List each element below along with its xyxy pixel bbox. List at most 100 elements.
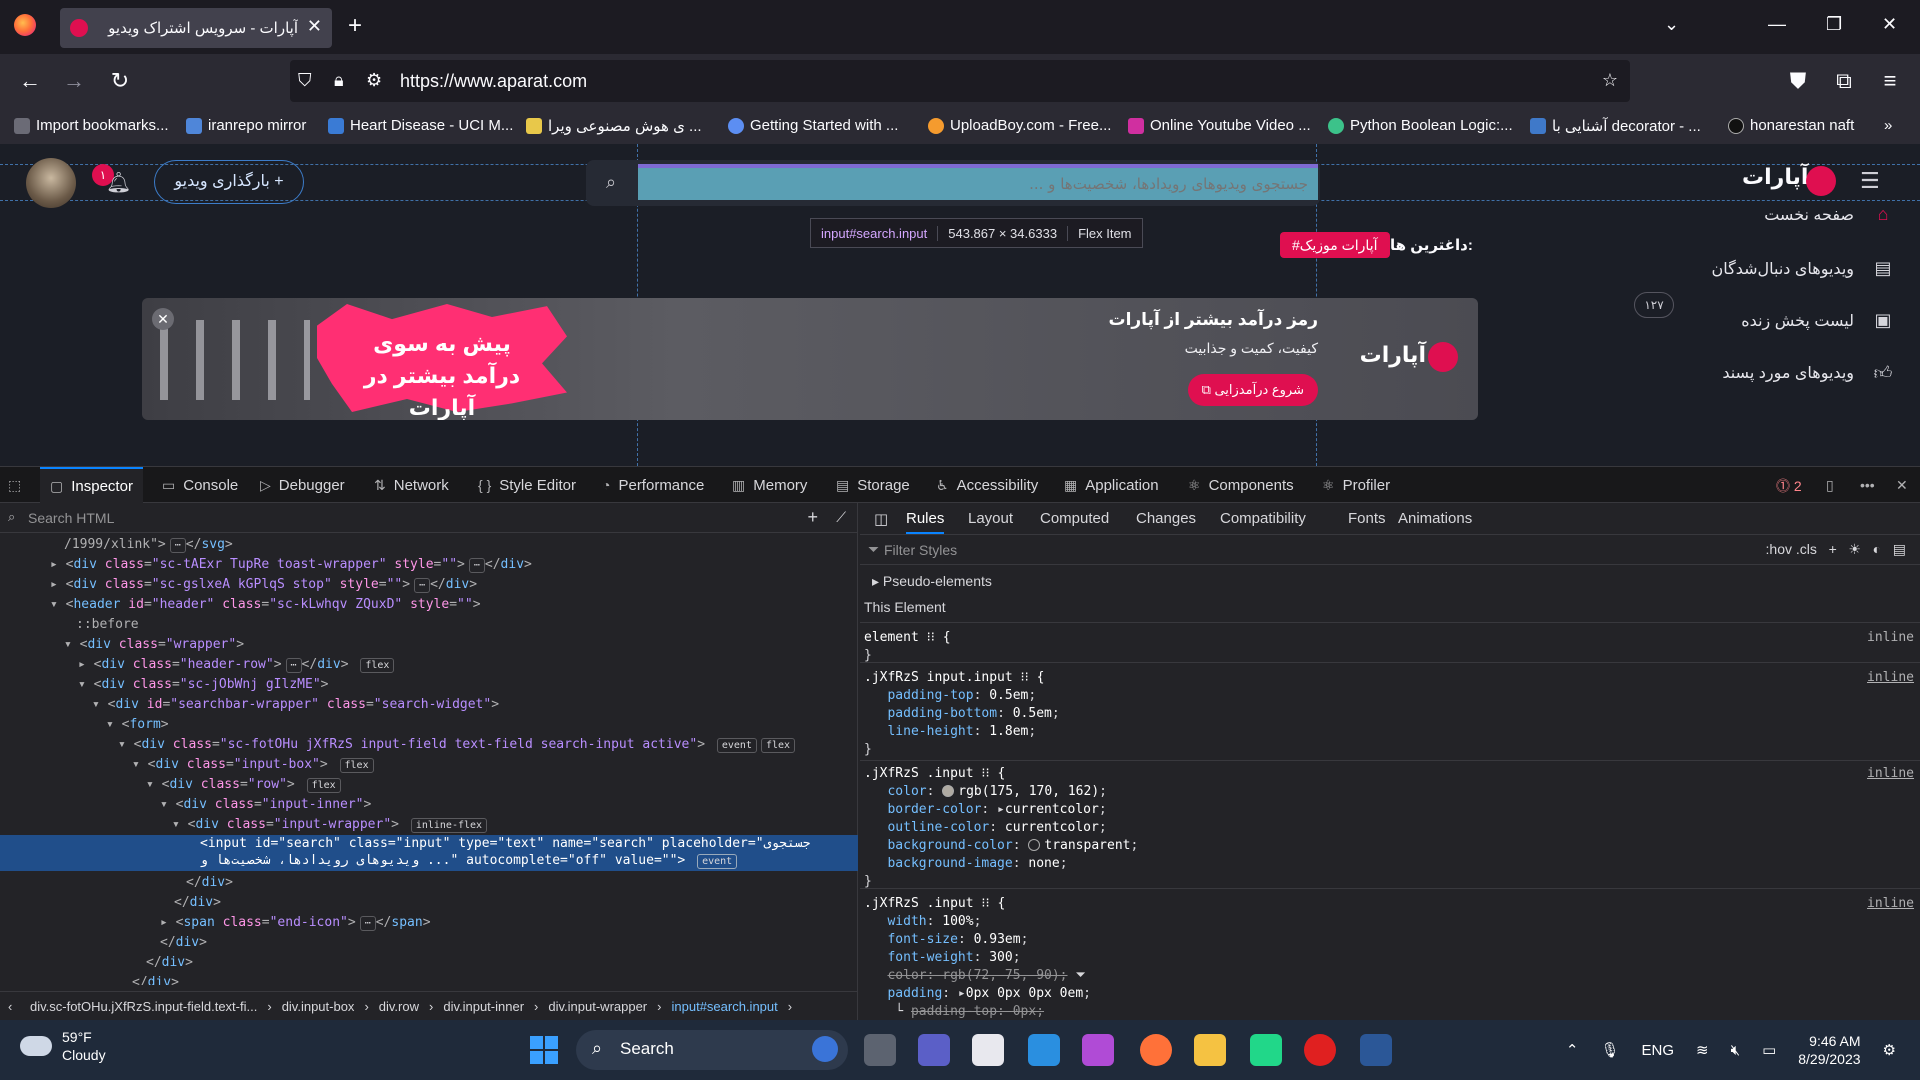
tree-node[interactable]: </div> <box>0 873 858 893</box>
tree-node[interactable]: ▾ <div class="sc-jObWnj gIlzME"> <box>0 675 858 695</box>
firefox-icon[interactable] <box>1140 1034 1172 1066</box>
tree-node[interactable]: ▾ <div id="searchbar-wrapper" class="sea… <box>0 695 858 715</box>
toggle-3pane-icon[interactable]: ◫ <box>874 510 888 528</box>
new-tab-icon[interactable]: + <box>348 12 362 40</box>
breadcrumb-item[interactable]: div.row <box>379 999 419 1014</box>
recorder-icon[interactable] <box>1304 1034 1336 1066</box>
tree-node[interactable]: </div> <box>0 933 858 953</box>
tab-changes[interactable]: Changes <box>1136 510 1196 527</box>
word-icon[interactable] <box>1360 1034 1392 1066</box>
upload-video-button[interactable]: بارگذاری ویدیو + <box>154 160 304 204</box>
app-menu-icon[interactable]: ≡ <box>1876 68 1904 94</box>
restore-icon[interactable]: ❐ <box>1826 14 1842 35</box>
filter-tools[interactable]: :hov .cls + ☀ ◐ ▤ <box>1766 541 1906 558</box>
firefox-menu-icon[interactable] <box>14 14 36 36</box>
extensions-icon[interactable]: ⧉ <box>1830 68 1858 94</box>
bookmark-item[interactable]: iranrepo mirror <box>186 117 306 134</box>
tab-computed[interactable]: Computed <box>1040 510 1109 527</box>
eyedropper-icon[interactable]: ⟋ <box>836 509 846 526</box>
url-text[interactable]: https://www.aparat.com <box>400 71 587 92</box>
wifi-icon[interactable]: ≋ <box>1696 1041 1709 1059</box>
tab-rules[interactable]: Rules <box>906 510 945 534</box>
error-count-badge[interactable]: ⓵ 2 <box>1776 476 1802 496</box>
close-banner-icon[interactable]: ✕ <box>152 308 174 330</box>
minimize-icon[interactable]: — <box>1768 14 1786 35</box>
teams-icon[interactable] <box>918 1034 950 1066</box>
site-logo[interactable]: آپارات <box>1742 164 1808 190</box>
forward-icon[interactable]: → <box>60 68 88 94</box>
tree-node[interactable]: ▾ <div class="sc-fotOHu jXfRzS input-fie… <box>0 735 858 755</box>
pycharm-icon[interactable] <box>1250 1034 1282 1066</box>
filter-styles-input[interactable]: ⏷ Filter Styles :hov .cls + ☀ ◐ ▤ <box>860 535 1920 565</box>
dock-side-icon[interactable]: ▯ <box>1826 467 1834 503</box>
hamburger-menu-icon[interactable]: ☰ <box>1860 168 1880 194</box>
tab-compatibility[interactable]: Compatibility <box>1220 510 1306 527</box>
css-rule[interactable]: .jXfRzS input.input ⁝⁝ { padding-top: 0.… <box>860 669 1920 761</box>
volume-muted-icon[interactable]: 🔇︎ <box>1731 1042 1740 1059</box>
bookmark-item[interactable]: ی هوش مصنوعی ویرا ... <box>526 117 702 135</box>
breadcrumb-item[interactable]: div.input-wrapper <box>548 999 647 1014</box>
tree-node[interactable]: /1999/xlink"> ⋯ </svg> <box>0 535 858 555</box>
promo-banner[interactable]: ✕ پیش به سوی درآمد بیشتر در آپارات رمز د… <box>142 298 1478 420</box>
bookmark-item[interactable]: Online Youtube Video ... <box>1128 117 1311 134</box>
tree-node[interactable]: ▾ <div class="wrapper"> <box>0 635 858 655</box>
task-view-icon[interactable] <box>864 1034 896 1066</box>
tree-node[interactable]: ▾ <form> <box>0 715 858 735</box>
tree-node-selected[interactable]: <input id="search" class="input" type="t… <box>0 835 858 871</box>
css-rule[interactable]: .jXfRzS .input ⁝⁝ { color: rgb(175, 170,… <box>860 765 1920 889</box>
bookmark-item[interactable]: آشنایی با decorator - ... <box>1530 117 1701 135</box>
bookmark-item[interactable]: UploadBoy.com - Free... <box>928 117 1111 134</box>
browser-tab[interactable]: آپارات - سرویس اشتراک ویدیو ✕ <box>60 8 332 48</box>
tab-application[interactable]: ▦ Application <box>1064 467 1159 503</box>
tree-node[interactable]: ▾ <div class="row"> flex <box>0 775 858 795</box>
bell-icon[interactable]: 🔔︎ <box>106 170 131 195</box>
bookmark-item[interactable]: honarestan naft <box>1728 117 1854 134</box>
tree-node[interactable]: </div> <box>0 973 858 985</box>
tree-node[interactable]: ▾ <div class="input-box"> flex <box>0 755 858 775</box>
bookmark-item[interactable]: Heart Disease - UCI M... <box>328 117 513 134</box>
tab-fonts[interactable]: Fonts <box>1348 510 1386 527</box>
address-bar[interactable]: ⛉ 🔒︎ ⚙ https://www.aparat.com ☆ <box>290 60 1630 102</box>
search-icon[interactable]: ⌕ <box>606 172 616 193</box>
tab-inspector[interactable]: ▢ Inspector <box>40 467 143 503</box>
app-icon[interactable] <box>1082 1034 1114 1066</box>
battery-icon[interactable]: ▭ <box>1762 1041 1776 1059</box>
tab-animations[interactable]: Animations <box>1398 510 1472 527</box>
search-input[interactable] <box>638 164 1318 200</box>
add-node-icon[interactable]: + <box>807 507 818 528</box>
pick-element-icon[interactable]: ⬚ <box>8 467 21 503</box>
tab-profiler[interactable]: ⚛ Profiler <box>1322 467 1390 503</box>
tab-storage[interactable]: ▤ Storage <box>836 467 910 503</box>
show-hidden-icons-icon[interactable]: ⌃ <box>1566 1041 1579 1059</box>
tree-node[interactable]: ▸ <span class="end-icon"> ⋯ </span> <box>0 913 858 933</box>
bookmark-item[interactable]: Python Boolean Logic:... <box>1328 117 1513 134</box>
snipping-tool-icon[interactable] <box>972 1034 1004 1066</box>
file-explorer-icon[interactable] <box>1194 1034 1226 1066</box>
back-icon[interactable]: ← <box>16 68 44 94</box>
more-options-icon[interactable]: ••• <box>1860 467 1875 503</box>
list-all-tabs-icon[interactable]: ⌄ <box>1664 14 1679 35</box>
clock[interactable]: 9:46 AM 8/29/2023 <box>1798 1032 1860 1068</box>
breadcrumb-item[interactable]: div.input-box <box>282 999 355 1014</box>
search-html-input[interactable]: ⌕ Search HTML + ⟋ <box>0 503 858 533</box>
tab-style-editor[interactable]: { } Style Editor <box>478 467 576 503</box>
breadcrumb-right-icon[interactable]: › <box>788 999 792 1014</box>
taskbar-search[interactable]: ⌕ Search <box>576 1030 848 1070</box>
css-rule[interactable]: .jXfRzS .input ⁝⁝ { width: 100%; font-si… <box>860 895 1920 1021</box>
breadcrumb-item[interactable]: div.input-inner <box>443 999 524 1014</box>
vscode-icon[interactable] <box>1028 1034 1060 1066</box>
pseudo-elements-toggle[interactable]: ▸ Pseudo-elements <box>860 573 1920 590</box>
css-rule[interactable]: element ⁝⁝ {} inline <box>860 629 1920 663</box>
tab-debugger[interactable]: ▷ Debugger <box>260 467 345 503</box>
lock-icon[interactable]: 🔒︎ <box>334 70 344 91</box>
more-bookmarks-icon[interactable]: » <box>1884 117 1892 134</box>
tree-node[interactable]: ▸ <div class="header-row"> ⋯ </div> flex <box>0 655 858 675</box>
start-button[interactable] <box>530 1036 558 1064</box>
tab-accessibility[interactable]: ♿︎ Accessibility <box>936 467 1038 503</box>
tab-performance[interactable]: ◔ Performance <box>602 467 704 503</box>
tab-memory[interactable]: ▥ Memory <box>732 467 807 503</box>
sidebar-item-subscriptions[interactable]: ویدیوهای دنبال‌شدگان ▤ <box>1711 258 1894 279</box>
start-earning-button[interactable]: ⧉ شروع درآمدزایی <box>1187 374 1318 406</box>
reload-icon[interactable]: ↻ <box>106 68 134 94</box>
tree-node[interactable]: ▸ <div class="sc-gslxeA kGPlqS stop" sty… <box>0 575 858 595</box>
